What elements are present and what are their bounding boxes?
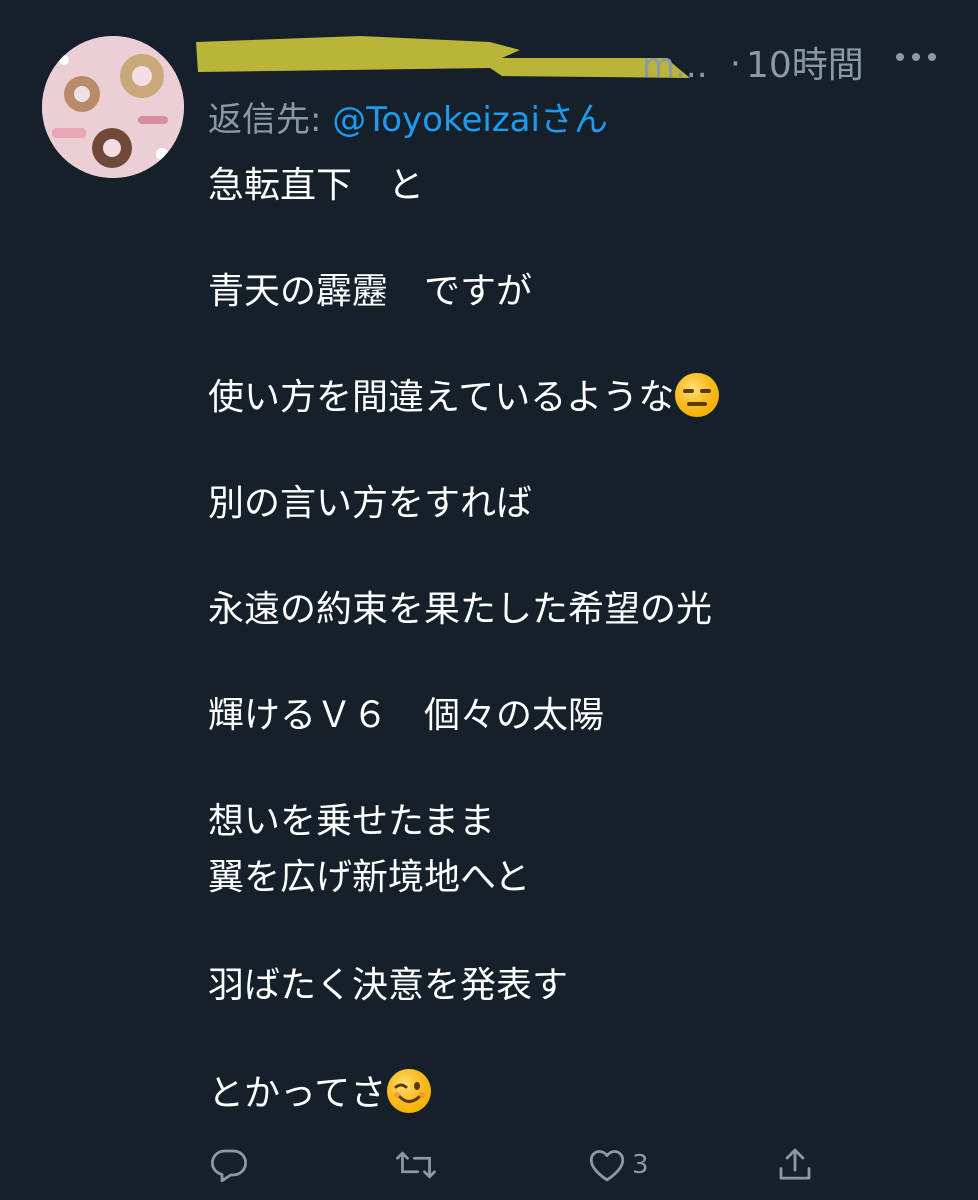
tweet-line-1: 急転直下 と [208,165,425,206]
reply-prefix: 返信先: [208,100,333,140]
name-redaction [196,36,690,78]
tweet-text: 急転直下 と 青天の霹靂 ですが 使い方を間違えているような 別の言い方をすれば… [208,160,948,1114]
tweet[interactable]: m... · 10時間 返信先: @Toyokeizaiさん 急転直下 と 青天… [0,0,978,1200]
retweet-icon[interactable] [394,1144,438,1186]
like-count: 3 [632,1150,649,1180]
tweet-line-3: 使い方を間違えているような [208,372,720,424]
retweet-button[interactable] [394,1140,438,1190]
tweet-actions: 3 [208,1140,828,1190]
tweet-line-5: 永遠の約束を果たした希望の光 [208,589,713,630]
share-button[interactable] [774,1140,816,1190]
avatar[interactable] [42,36,184,178]
expressionless-face-emoji [675,373,720,417]
share-icon[interactable] [774,1144,816,1186]
tweet-line-2: 青天の霹靂 ですが [208,271,533,312]
heart-icon[interactable] [586,1144,628,1186]
tweet-line-7: 想いを乗せたまま [208,801,495,842]
tweet-line-3-text: 使い方を間違えているような [208,377,675,418]
timestamp[interactable]: 10時間 [746,36,864,88]
winking-face-emoji [387,1069,432,1113]
reply-button[interactable] [208,1140,250,1190]
reply-context: 返信先: @Toyokeizaiさん [208,92,608,141]
tweet-line-10: とかってさ [208,1068,432,1120]
tweet-line-9: 羽ばたく決意を発表す [208,965,569,1006]
like-button[interactable]: 3 [586,1140,649,1190]
tweet-line-6: 輝けるＶ６ 個々の太陽 [208,695,605,736]
more-options-icon[interactable] [896,50,936,64]
reply-icon[interactable] [208,1144,250,1186]
separator-dot: · [730,44,741,84]
tweet-line-10-text: とかってさ [208,1073,387,1114]
display-name[interactable]: m... [642,46,708,86]
tweet-header: m... · 10時間 [190,22,970,88]
reply-handle[interactable]: @Toyokeizai [332,100,540,140]
tweet-line-8: 翼を広げ新境地へと [208,857,531,898]
tweet-line-4: 別の言い方をすれば [208,483,533,524]
reply-suffix[interactable]: さん [540,100,608,140]
